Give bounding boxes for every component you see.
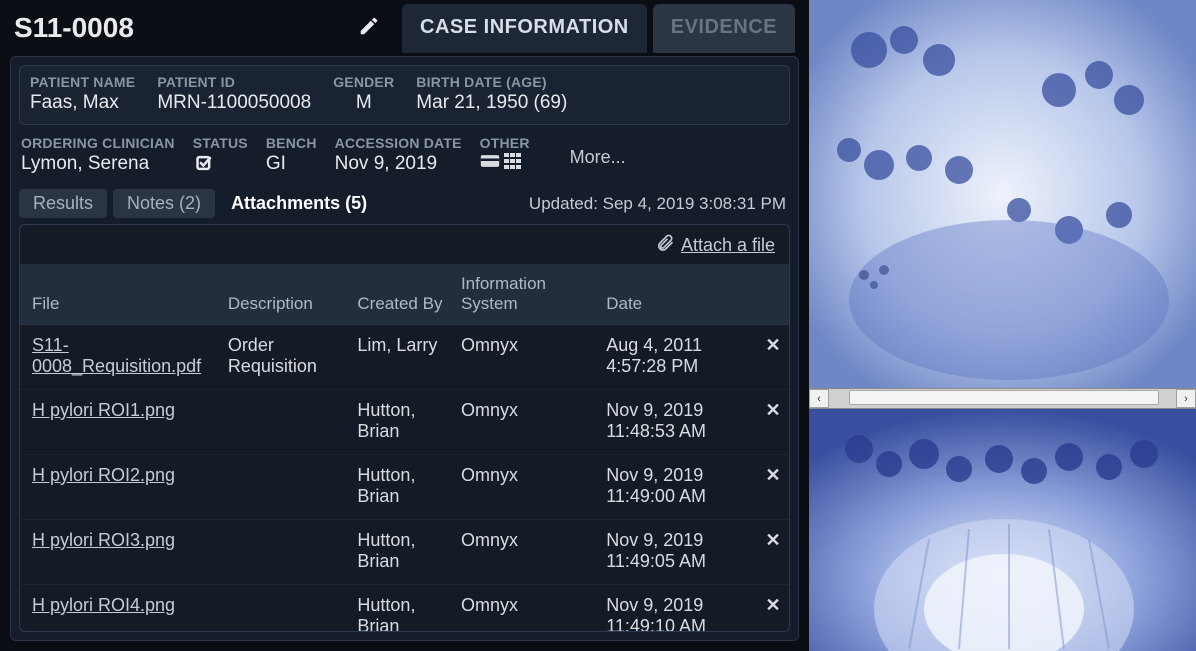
table-row: S11-0008_Requisition.pdf Order Requisiti…	[20, 325, 789, 390]
attachments-table: File Description Created By Information …	[20, 264, 789, 632]
bench-value: GI	[266, 153, 317, 175]
birth-field: BIRTH DATE (AGE) Mar 21, 1950 (69)	[416, 74, 567, 114]
table-row: H pylori ROI1.png Hutton, Brian Omnyx No…	[20, 390, 789, 455]
card-icon[interactable]	[480, 153, 500, 175]
gender-label: GENDER	[333, 74, 394, 90]
delete-icon[interactable]: ✕	[757, 325, 789, 390]
tab-attachments[interactable]: Attachments (5)	[221, 189, 381, 218]
other-icons	[480, 153, 530, 175]
tab-evidence[interactable]: EVIDENCE	[653, 4, 795, 53]
gender-value: M	[333, 92, 394, 114]
patient-id-field: PATIENT ID MRN-1100050008	[157, 74, 311, 114]
delete-icon[interactable]: ✕	[757, 390, 789, 455]
gender-field: GENDER M	[333, 74, 394, 114]
attachment-file-link[interactable]: H pylori ROI2.png	[32, 465, 175, 485]
slide-image-top[interactable]	[809, 0, 1196, 388]
attachment-file-link[interactable]: H pylori ROI4.png	[32, 595, 175, 615]
attachment-info-system: Omnyx	[453, 585, 598, 633]
case-id: S11-0008	[14, 12, 134, 44]
tab-notes[interactable]: Notes (2)	[113, 189, 215, 218]
attachment-date: Nov 9, 2019 11:48:53 AM	[598, 390, 757, 455]
grid-icon[interactable]	[504, 153, 522, 175]
attach-file-row: Attach a file	[20, 225, 789, 264]
main-tabs: CASE INFORMATION EVIDENCE	[402, 4, 795, 53]
attachment-created-by: Hutton, Brian	[349, 520, 453, 585]
attachment-date: Nov 9, 2019 11:49:00 AM	[598, 455, 757, 520]
accession-field: ACCESSION DATE Nov 9, 2019	[335, 135, 462, 175]
table-row: H pylori ROI3.png Hutton, Brian Omnyx No…	[20, 520, 789, 585]
bench-label: BENCH	[266, 135, 317, 151]
clinician-value: Lymon, Serena	[21, 153, 175, 175]
accession-value: Nov 9, 2019	[335, 153, 462, 175]
clinician-field: ORDERING CLINICIAN Lymon, Serena	[21, 135, 175, 175]
delete-icon[interactable]: ✕	[757, 520, 789, 585]
th-created-by[interactable]: Created By	[349, 264, 453, 325]
attachment-info-system: Omnyx	[453, 520, 598, 585]
th-description[interactable]: Description	[220, 264, 350, 325]
attachment-created-by: Hutton, Brian	[349, 455, 453, 520]
attachment-file-link[interactable]: H pylori ROI3.png	[32, 530, 175, 550]
delete-icon[interactable]: ✕	[757, 585, 789, 633]
scroll-track[interactable]	[829, 389, 1176, 408]
tab-case-information[interactable]: CASE INFORMATION	[402, 4, 647, 53]
case-information-panel: S11-0008 CASE INFORMATION EVIDENCE PATIE…	[0, 0, 809, 651]
attachment-desc	[220, 520, 350, 585]
birth-value: Mar 21, 1950 (69)	[416, 92, 567, 114]
status-check-icon	[193, 153, 248, 179]
main-panel: PATIENT NAME Faas, Max PATIENT ID MRN-11…	[10, 56, 799, 641]
th-info-system[interactable]: Information System	[453, 264, 598, 325]
table-row: H pylori ROI4.png Hutton, Brian Omnyx No…	[20, 585, 789, 633]
sub-tabs: Results Notes (2) Attachments (5) Update…	[19, 189, 790, 218]
scroll-thumb[interactable]	[849, 390, 1159, 405]
table-header-row: File Description Created By Information …	[20, 264, 789, 325]
other-label: OTHER	[480, 135, 530, 151]
attachment-desc	[220, 390, 350, 455]
attachment-created-by: Lim, Larry	[349, 325, 453, 390]
clinician-label: ORDERING CLINICIAN	[21, 135, 175, 151]
attachment-info-system: Omnyx	[453, 325, 598, 390]
slide-viewer-pane: ‹ ›	[809, 0, 1196, 651]
attachment-info-system: Omnyx	[453, 390, 598, 455]
patient-name-value: Faas, Max	[30, 92, 135, 114]
th-date[interactable]: Date	[598, 264, 757, 325]
attachment-desc	[220, 455, 350, 520]
patient-info-box: PATIENT NAME Faas, Max PATIENT ID MRN-11…	[19, 65, 790, 125]
delete-icon[interactable]: ✕	[757, 455, 789, 520]
order-info-row: ORDERING CLINICIAN Lymon, Serena STATUS …	[19, 135, 790, 179]
slide-image-bottom[interactable]	[809, 409, 1196, 651]
paperclip-icon	[655, 233, 675, 258]
other-field: OTHER	[480, 135, 530, 175]
attachment-desc: Order Requisition	[220, 325, 350, 390]
birth-label: BIRTH DATE (AGE)	[416, 74, 567, 90]
attachment-file-link[interactable]: H pylori ROI1.png	[32, 400, 175, 420]
more-link[interactable]: More...	[570, 147, 626, 168]
table-row: H pylori ROI2.png Hutton, Brian Omnyx No…	[20, 455, 789, 520]
top-bar: S11-0008 CASE INFORMATION EVIDENCE	[0, 0, 809, 56]
attachment-file-link[interactable]: S11-0008_Requisition.pdf	[32, 335, 201, 376]
patient-name-field: PATIENT NAME Faas, Max	[30, 74, 135, 114]
updated-timestamp: Updated: Sep 4, 2019 3:08:31 PM	[529, 194, 790, 214]
edit-icon[interactable]	[358, 15, 380, 42]
horizontal-scrollbar[interactable]: ‹ ›	[809, 388, 1196, 409]
patient-id-label: PATIENT ID	[157, 74, 311, 90]
th-file[interactable]: File	[20, 264, 220, 325]
status-label: STATUS	[193, 135, 248, 151]
accession-label: ACCESSION DATE	[335, 135, 462, 151]
attachment-created-by: Hutton, Brian	[349, 390, 453, 455]
bench-field: BENCH GI	[266, 135, 317, 175]
attachment-date: Aug 4, 2011 4:57:28 PM	[598, 325, 757, 390]
patient-id-value: MRN-1100050008	[157, 92, 311, 114]
status-field: STATUS	[193, 135, 248, 179]
attachments-panel: Attach a file File Description Created B…	[19, 224, 790, 632]
attachment-created-by: Hutton, Brian	[349, 585, 453, 633]
patient-name-label: PATIENT NAME	[30, 74, 135, 90]
tab-results[interactable]: Results	[19, 189, 107, 218]
attachment-desc	[220, 585, 350, 633]
attachment-date: Nov 9, 2019 11:49:10 AM	[598, 585, 757, 633]
attachment-info-system: Omnyx	[453, 455, 598, 520]
attachment-date: Nov 9, 2019 11:49:05 AM	[598, 520, 757, 585]
scroll-left-button[interactable]: ‹	[809, 389, 829, 408]
attach-file-link[interactable]: Attach a file	[681, 235, 775, 256]
scroll-right-button[interactable]: ›	[1176, 389, 1196, 408]
